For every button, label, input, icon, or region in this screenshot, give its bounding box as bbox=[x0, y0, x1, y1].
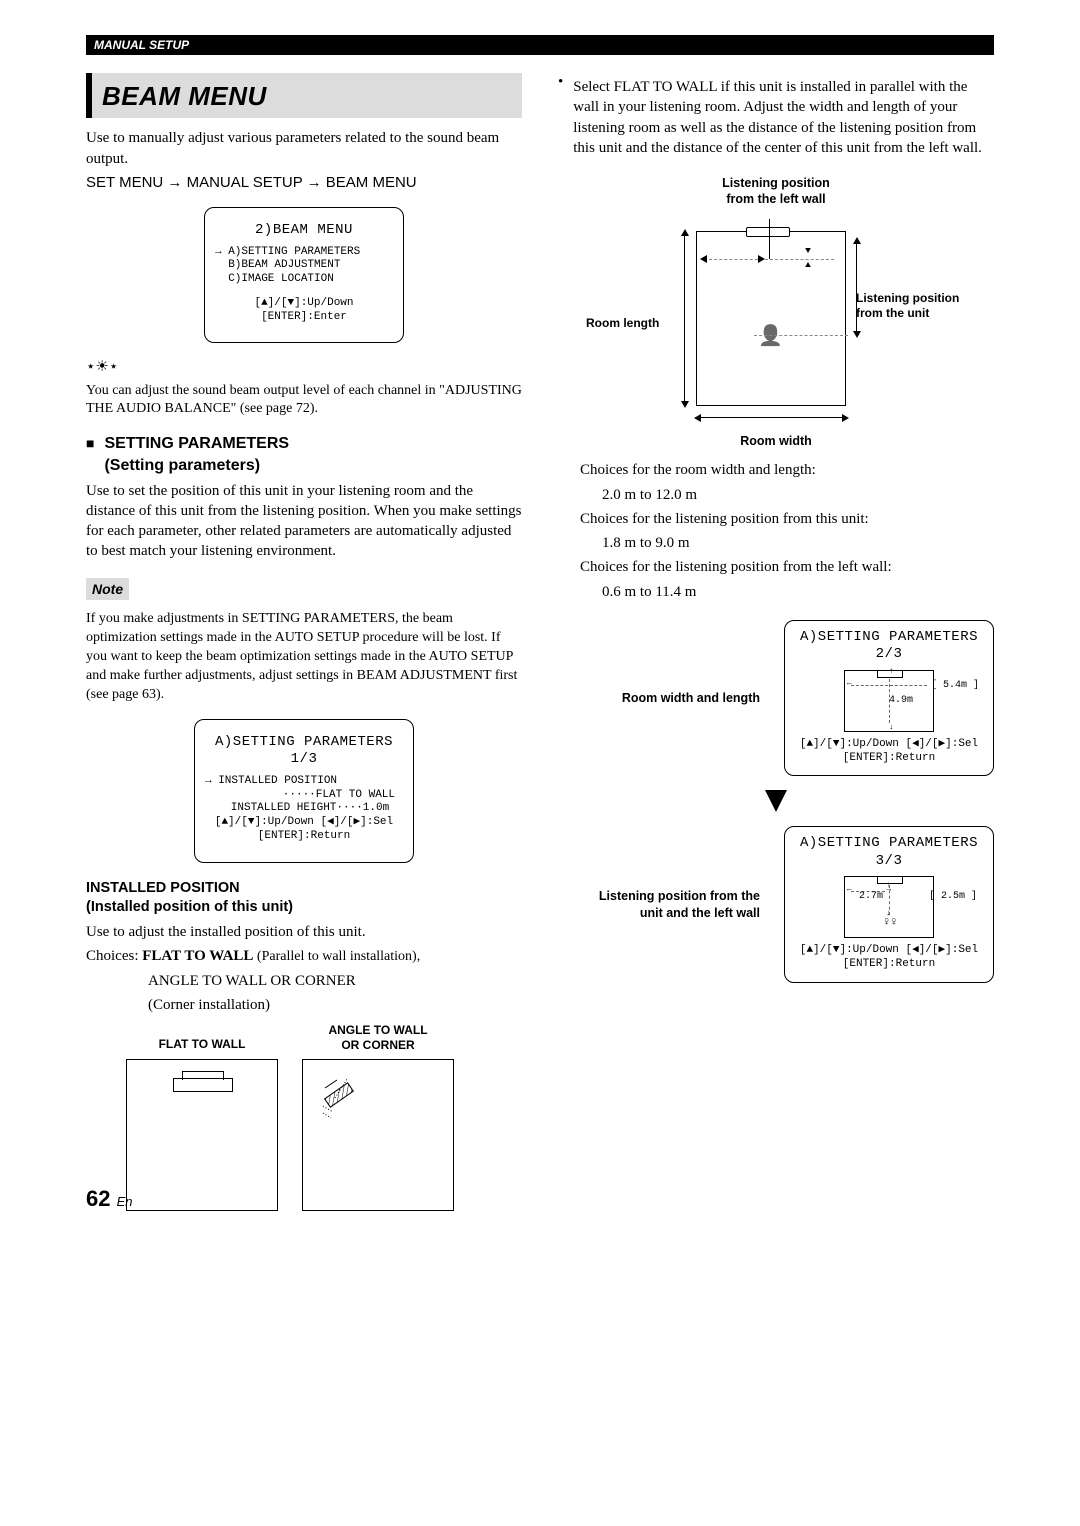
installed-choices: Choices: FLAT TO WALL (Parallel to wall … bbox=[86, 946, 522, 967]
room-outline bbox=[696, 231, 846, 406]
page-title: BEAM MENU bbox=[102, 79, 512, 114]
osd2-title: A)SETTING PARAMETERS 1/3 bbox=[205, 734, 403, 769]
osd4-hint2: [ENTER]:Return bbox=[793, 958, 985, 972]
install-corner-label-l2: OR CORNER bbox=[341, 1038, 414, 1052]
corner-unit-icon bbox=[321, 1078, 363, 1120]
install-corner-label: ANGLE TO WALL OR CORNER bbox=[302, 1023, 454, 1053]
installed-sub: (Installed position of this unit) bbox=[86, 898, 522, 918]
flat-to-wall-text: Select FLAT TO WALL if this unit is inst… bbox=[573, 77, 994, 158]
small-listener-icon: ♀♀ bbox=[883, 915, 897, 930]
osd-setting-params-1: A)SETTING PARAMETERS 1/3 → INSTALLED POS… bbox=[194, 719, 414, 863]
header-bar: MANUAL SETUP bbox=[86, 35, 994, 55]
lp-left-l2: from the left wall bbox=[726, 192, 825, 206]
choices-lp-unit-val: 1.8 m to 9.0 m bbox=[602, 533, 994, 553]
install-flat-col: FLAT TO WALL bbox=[126, 1023, 278, 1211]
osd2-hint1: [▲]/[▼]:Up/Down [◀]/[▶]:Sel bbox=[205, 816, 403, 830]
osd-setting-params-2: A)SETTING PARAMETERS 2/3 ↑ ↓ ← [ 5.4m ] … bbox=[784, 620, 994, 777]
choice-angle: ANGLE TO WALL OR CORNER bbox=[86, 971, 522, 991]
osd1-hint2: [ENTER]:Enter bbox=[215, 311, 393, 325]
choices-label: Choices: bbox=[86, 948, 142, 964]
bullet-dot-icon: • bbox=[558, 73, 563, 93]
fig-label-room-width: Room width bbox=[558, 433, 994, 450]
osd1-title: 2)BEAM MENU bbox=[215, 222, 393, 240]
osd4-diagram: ← → 2.7m ↑ ↓ [ 2.5m ] ♀♀ bbox=[793, 876, 985, 938]
osd1-hint1: [▲]/[▼]:Up/Down bbox=[215, 297, 393, 311]
fig-label-room-length: Room length bbox=[586, 315, 659, 331]
osd2-hint2: [ENTER]:Return bbox=[205, 830, 403, 844]
setting-params-heading: ■ SETTING PARAMETERS (Setting parameters… bbox=[86, 433, 522, 476]
osd-beam-menu: 2)BEAM MENU → A)SETTING PARAMETERS B)BEA… bbox=[204, 207, 404, 343]
osd1-line1: → A)SETTING PARAMETERS bbox=[215, 246, 393, 260]
intro-text: Use to manually adjust various parameter… bbox=[86, 128, 522, 169]
osd4-val2: [ 2.5m ] bbox=[929, 891, 977, 904]
choice-flat-rest: (Parallel to wall installation), bbox=[253, 949, 420, 964]
tip-icon: ⋆☀⋆ bbox=[86, 357, 522, 377]
setting-params-text: Use to set the position of this unit in … bbox=[86, 481, 522, 562]
flat-to-wall-bullet: • Select FLAT TO WALL if this unit is in… bbox=[558, 73, 994, 162]
osd4-title: A)SETTING PARAMETERS 3/3 bbox=[793, 835, 985, 870]
osd2-line3: INSTALLED HEIGHT····1.0m bbox=[205, 802, 403, 816]
fig-label-lp-left: Listening position from the left wall bbox=[558, 176, 994, 207]
install-corner-col: ANGLE TO WALL OR CORNER bbox=[302, 1023, 454, 1211]
unit-icon bbox=[746, 227, 790, 237]
osd4-hint1: [▲]/[▼]:Up/Down [◀]/[▶]:Sel bbox=[793, 944, 985, 958]
right-column: • Select FLAT TO WALL if this unit is in… bbox=[558, 73, 994, 1211]
header-section: MANUAL SETUP bbox=[94, 38, 189, 52]
down-arrow-icon bbox=[765, 790, 787, 812]
lp-unit-l2: from the unit bbox=[856, 306, 929, 320]
osd3-val1: [ 5.4m ] bbox=[931, 680, 979, 693]
page-title-box: BEAM MENU bbox=[86, 73, 522, 118]
tip-text: You can adjust the sound beam output lev… bbox=[86, 382, 522, 420]
install-flat-box bbox=[126, 1059, 278, 1211]
lp-unit-l1: Listening position bbox=[856, 291, 959, 305]
choice-corner: (Corner installation) bbox=[86, 995, 522, 1015]
listen-label: Listening position from the unit and the… bbox=[558, 888, 760, 921]
choices-lp-unit: Choices for the listening position from … bbox=[580, 509, 994, 529]
room-diagram: 👤 Listening position from th bbox=[586, 219, 966, 429]
osd1-line3: C)IMAGE LOCATION bbox=[215, 273, 393, 287]
choices-room-wl-val: 2.0 m to 12.0 m bbox=[602, 485, 994, 505]
setting-params-title: SETTING PARAMETERS bbox=[104, 435, 289, 452]
note-label: Note bbox=[86, 578, 129, 601]
row-osd-listen: Listening position from the unit and the… bbox=[558, 826, 994, 983]
note-text: If you make adjustments in SETTING PARAM… bbox=[86, 610, 522, 704]
breadcrumb: SET MENU → MANUAL SETUP → BEAM MENU bbox=[86, 173, 522, 193]
install-corner-label-l1: ANGLE TO WALL bbox=[328, 1023, 427, 1037]
install-figures: FLAT TO WALL ANGLE TO WALL OR CORNER bbox=[86, 1023, 522, 1211]
osd2-line1: → INSTALLED POSITION bbox=[205, 775, 403, 789]
osd4-val1: 2.7m bbox=[859, 891, 883, 904]
osd1-line2: B)BEAM ADJUSTMENT bbox=[215, 259, 393, 273]
page-number: 62 En bbox=[86, 1184, 133, 1214]
install-flat-label: FLAT TO WALL bbox=[126, 1023, 278, 1053]
choice-flat: FLAT TO WALL bbox=[142, 948, 253, 964]
page-lang: En bbox=[117, 1194, 133, 1209]
osd3-diagram: ↑ ↓ ← [ 5.4m ] 4.9m bbox=[793, 670, 985, 732]
flat-unit-icon bbox=[173, 1078, 233, 1092]
room-wl-label: Room width and length bbox=[558, 690, 760, 706]
choices-room-wl: Choices for the room width and length: bbox=[580, 460, 994, 480]
listener-icon: 👤 bbox=[758, 323, 783, 350]
left-column: BEAM MENU Use to manually adjust various… bbox=[86, 73, 522, 1211]
install-corner-box bbox=[302, 1059, 454, 1211]
installed-text: Use to adjust the installed position of … bbox=[86, 922, 522, 942]
setting-params-sub: (Setting parameters) bbox=[104, 457, 260, 474]
osd2-line2: ·····FLAT TO WALL bbox=[205, 789, 403, 803]
installed-heading: INSTALLED POSITION bbox=[86, 879, 522, 899]
choices-lp-left: Choices for the listening position from … bbox=[580, 557, 994, 577]
osd3-hint1: [▲]/[▼]:Up/Down [◀]/[▶]:Sel bbox=[793, 738, 985, 752]
row-osd-room: Room width and length A)SETTING PARAMETE… bbox=[558, 620, 994, 777]
mini-room-2: ← → 2.7m ↑ ↓ [ 2.5m ] ♀♀ bbox=[844, 876, 934, 938]
page-num-value: 62 bbox=[86, 1186, 110, 1211]
osd3-val2: 4.9m bbox=[889, 695, 913, 708]
osd3-hint2: [ENTER]:Return bbox=[793, 752, 985, 766]
choices-lp-left-val: 0.6 m to 11.4 m bbox=[602, 582, 994, 602]
osd-setting-params-3: A)SETTING PARAMETERS 3/3 ← → 2.7m ↑ ↓ [ … bbox=[784, 826, 994, 983]
osd3-title: A)SETTING PARAMETERS 2/3 bbox=[793, 629, 985, 664]
fig-label-lp-unit: Listening position from the unit bbox=[856, 291, 966, 321]
mini-room-1: ↑ ↓ ← [ 5.4m ] 4.9m bbox=[844, 670, 934, 732]
lp-left-l1: Listening position bbox=[722, 176, 830, 190]
two-column-layout: BEAM MENU Use to manually adjust various… bbox=[86, 73, 994, 1211]
square-bullet-icon: ■ bbox=[86, 433, 94, 450]
